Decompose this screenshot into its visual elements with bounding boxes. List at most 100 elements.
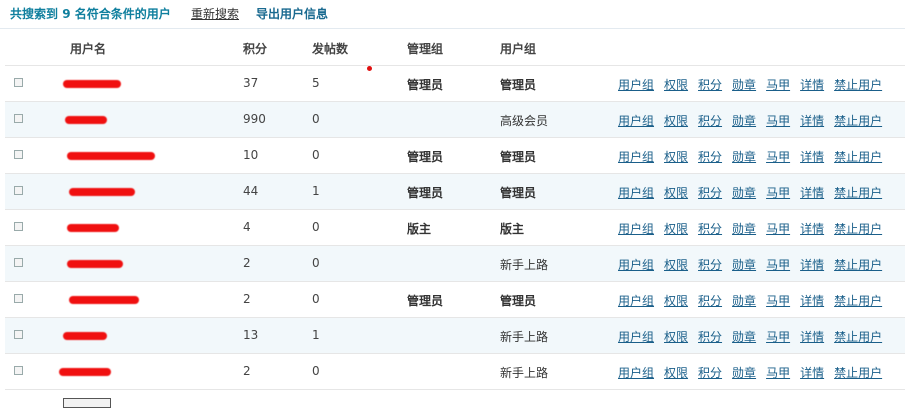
table-body: 37 5 管理员 管理员 用户组 权限 积分 勋章 马甲 详情 禁止用户 990 0 高级会员 用户组 权限积… xyxy=(5,66,905,390)
export-users-link[interactable]: 导出用户信息 xyxy=(256,5,328,22)
redacted-username xyxy=(65,116,107,124)
table-row: 37 5 管理员 管理员 用户组 权限 积分 勋章 马甲 详情 禁止用户 xyxy=(5,66,905,102)
alias-link[interactable]: 马甲 xyxy=(766,366,790,380)
permission-link[interactable]: 权限 xyxy=(664,294,688,308)
alias-link[interactable]: 马甲 xyxy=(766,114,790,128)
medal-link[interactable]: 勋章 xyxy=(732,150,756,164)
points-link[interactable]: 积分 xyxy=(698,222,722,236)
red-marker-dot xyxy=(367,66,372,71)
permission-link[interactable]: 权限 xyxy=(664,330,688,344)
search-summary-bar: 共搜索到 9 名符合条件的用户 重新搜索 导出用户信息 xyxy=(0,0,905,29)
submit-button[interactable] xyxy=(63,398,111,408)
medal-link[interactable]: 勋章 xyxy=(732,330,756,344)
ban-user-link[interactable]: 禁止用户 xyxy=(834,150,882,164)
details-link[interactable]: 详情 xyxy=(800,150,824,164)
details-link[interactable]: 详情 xyxy=(800,366,824,380)
alias-link[interactable]: 马甲 xyxy=(766,258,790,272)
row-checkbox[interactable] xyxy=(14,78,23,87)
permission-link[interactable]: 权限 xyxy=(664,186,688,200)
details-link[interactable]: 详情 xyxy=(800,294,824,308)
ban-user-link[interactable]: 禁止用户 xyxy=(834,78,882,92)
points-link[interactable]: 积分 xyxy=(698,150,722,164)
row-checkbox[interactable] xyxy=(14,294,23,303)
alias-link[interactable]: 马甲 xyxy=(766,330,790,344)
row-checkbox[interactable] xyxy=(14,366,23,375)
points-link[interactable]: 积分 xyxy=(698,294,722,308)
alias-link[interactable]: 马甲 xyxy=(766,150,790,164)
ban-user-link[interactable]: 禁止用户 xyxy=(834,366,882,380)
alias-link[interactable]: 马甲 xyxy=(766,186,790,200)
row-posts: 0 xyxy=(312,112,320,126)
redacted-username xyxy=(67,224,119,232)
details-link[interactable]: 详情 xyxy=(800,222,824,236)
medal-link[interactable]: 勋章 xyxy=(732,258,756,272)
table-row: 2 0 新手上路 用户组 权限 积分 勋章 马甲 详情 禁止用户 xyxy=(5,354,905,390)
permission-link[interactable]: 权限 xyxy=(664,78,688,92)
user-group-link[interactable]: 用户组 xyxy=(618,150,654,164)
row-checkbox[interactable] xyxy=(14,222,23,231)
permission-link[interactable]: 权限 xyxy=(664,150,688,164)
row-checkbox[interactable] xyxy=(14,186,23,195)
table-row: 2 0 管理员 管理员 用户组 权限 积分 勋章 马甲 详情 禁止用户 xyxy=(5,282,905,318)
details-link[interactable]: 详情 xyxy=(800,258,824,272)
column-posts: 发帖数 xyxy=(312,42,349,56)
ban-user-link[interactable]: 禁止用户 xyxy=(834,222,882,236)
permission-link[interactable]: 权限 xyxy=(664,258,688,272)
medal-link[interactable]: 勋章 xyxy=(732,114,756,128)
points-link[interactable]: 积分 xyxy=(698,366,722,380)
user-group-link[interactable]: 用户组 xyxy=(618,366,654,380)
permission-link[interactable]: 权限 xyxy=(664,114,688,128)
row-checkbox[interactable] xyxy=(14,114,23,123)
points-link[interactable]: 积分 xyxy=(698,114,722,128)
points-link[interactable]: 积分 xyxy=(698,186,722,200)
row-user-group: 管理员 xyxy=(500,78,537,92)
row-points: 2 xyxy=(243,364,251,378)
table-row: 4 0 版主 版主 用户组 权限 积分 勋章 马甲 详情 禁止用户 xyxy=(5,210,905,246)
column-username: 用户名 xyxy=(70,42,107,56)
user-group-link[interactable]: 用户组 xyxy=(618,294,654,308)
user-group-link[interactable]: 用户组 xyxy=(618,186,654,200)
medal-link[interactable]: 勋章 xyxy=(732,366,756,380)
user-group-link[interactable]: 用户组 xyxy=(618,330,654,344)
alias-link[interactable]: 马甲 xyxy=(766,222,790,236)
details-link[interactable]: 详情 xyxy=(800,114,824,128)
user-group-link[interactable]: 用户组 xyxy=(618,222,654,236)
ban-user-link[interactable]: 禁止用户 xyxy=(834,114,882,128)
row-user-group: 新手上路 xyxy=(500,330,549,344)
row-points: 44 xyxy=(243,184,259,198)
research-link[interactable]: 重新搜索 xyxy=(191,5,239,22)
user-group-link[interactable]: 用户组 xyxy=(618,114,654,128)
medal-link[interactable]: 勋章 xyxy=(732,78,756,92)
points-link[interactable]: 积分 xyxy=(698,330,722,344)
alias-link[interactable]: 马甲 xyxy=(766,294,790,308)
alias-link[interactable]: 马甲 xyxy=(766,78,790,92)
details-link[interactable]: 详情 xyxy=(800,330,824,344)
row-points: 10 xyxy=(243,148,259,162)
row-admin-group: 管理员 xyxy=(407,78,444,92)
row-user-group: 管理员 xyxy=(500,150,537,164)
permission-link[interactable]: 权限 xyxy=(664,222,688,236)
ban-user-link[interactable]: 禁止用户 xyxy=(834,330,882,344)
ban-user-link[interactable]: 禁止用户 xyxy=(834,258,882,272)
row-checkbox[interactable] xyxy=(14,150,23,159)
ban-user-link[interactable]: 禁止用户 xyxy=(834,294,882,308)
row-checkbox[interactable] xyxy=(14,258,23,267)
points-link[interactable]: 积分 xyxy=(698,258,722,272)
medal-link[interactable]: 勋章 xyxy=(732,294,756,308)
details-link[interactable]: 详情 xyxy=(800,186,824,200)
user-group-link[interactable]: 用户组 xyxy=(618,258,654,272)
row-checkbox[interactable] xyxy=(14,330,23,339)
medal-link[interactable]: 勋章 xyxy=(732,222,756,236)
row-user-group: 管理员 xyxy=(500,186,537,200)
permission-link[interactable]: 权限 xyxy=(664,366,688,380)
ban-user-link[interactable]: 禁止用户 xyxy=(834,186,882,200)
row-admin-group: 管理员 xyxy=(407,150,444,164)
row-posts: 0 xyxy=(312,148,320,162)
medal-link[interactable]: 勋章 xyxy=(732,186,756,200)
details-link[interactable]: 详情 xyxy=(800,78,824,92)
row-posts: 0 xyxy=(312,220,320,234)
points-link[interactable]: 积分 xyxy=(698,78,722,92)
user-group-link[interactable]: 用户组 xyxy=(618,78,654,92)
row-points: 13 xyxy=(243,328,259,342)
row-user-group: 新手上路 xyxy=(500,366,549,380)
